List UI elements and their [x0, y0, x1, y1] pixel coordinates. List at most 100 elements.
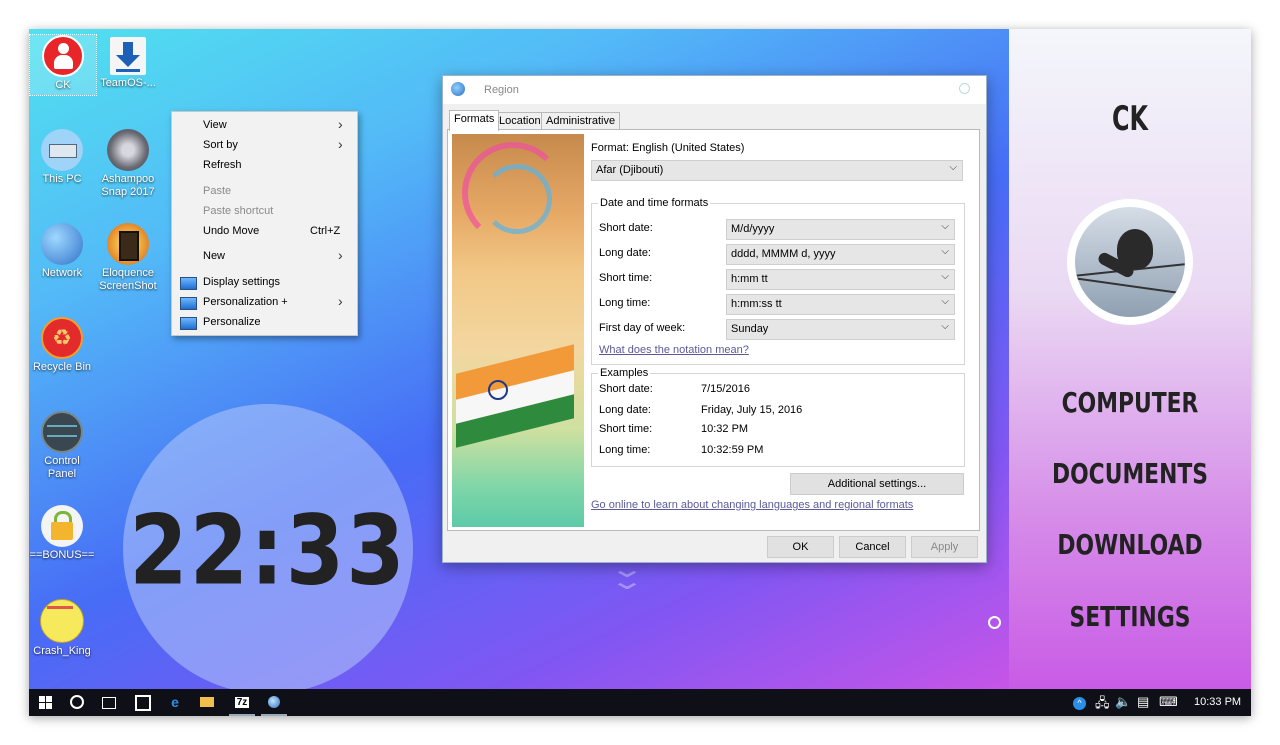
clock-time: 22:33 — [129, 493, 407, 607]
desktop-icon-label: Crash_King — [33, 645, 91, 657]
field-label: Long date: — [599, 247, 651, 259]
side-link-settings[interactable]: SETTINGS — [1036, 600, 1225, 633]
desktop-icon-eloquence[interactable]: Eloquence ScreenShot — [95, 223, 161, 293]
desktop-screen: CK TeamOS-... This PC Ashampoo Snap 2017… — [29, 29, 1251, 716]
chevron-down-icon: ⌵ — [941, 271, 949, 282]
seven-zip-button[interactable]: 7z — [226, 689, 258, 716]
desktop-context-menu: View › Sort by › Refresh Paste Paste short… — [171, 111, 358, 336]
examples-group: Examples Short date: 7/15/2016 Long date… — [591, 367, 965, 467]
region-app-button[interactable] — [258, 689, 290, 716]
desktop-icon-ashampoo[interactable]: Ashampoo Snap 2017 — [95, 129, 161, 199]
desktop-icon-label: CK — [55, 79, 71, 91]
chevron-down-icon: ⌵ — [941, 246, 949, 257]
show-hidden-icons-button[interactable]: ^ — [1073, 694, 1086, 710]
side-link-computer[interactable]: COMPUTER — [1036, 386, 1225, 419]
desktop-icon-control-panel[interactable]: Control Panel — [29, 411, 95, 481]
menu-item-display-settings[interactable]: Display settings — [172, 273, 357, 293]
taskbar: e 7z ^ 🖧 🔈 ▤ ⌨ 10:33 PM — [29, 689, 1251, 716]
short-date-select[interactable]: M/d/yyyy ⌵ — [726, 219, 955, 240]
menu-item-undo-move[interactable]: Undo Move Ctrl+Z — [172, 222, 357, 242]
decorative-banner-image — [452, 134, 584, 527]
field-label: Long time: — [599, 297, 651, 309]
menu-item-paste-shortcut[interactable]: Paste shortcut — [172, 202, 357, 222]
desktop-icon-bonus[interactable]: ==BONUS== — [29, 505, 95, 562]
dialog-titlebar[interactable]: Region — [443, 76, 986, 104]
scroll-down-chevron-icon: ⌄ ⌄ — [608, 556, 646, 595]
cortana-circle-icon — [70, 695, 84, 709]
touch-keyboard-icon[interactable]: ⌨ — [1159, 694, 1178, 710]
notation-help-link[interactable]: What does the notation mean? — [599, 344, 749, 356]
display-icon — [180, 277, 197, 290]
online-help-link[interactable]: Go online to learn about changing langua… — [591, 499, 913, 511]
menu-item-paste[interactable]: Paste — [172, 182, 357, 202]
ok-button[interactable]: OK — [767, 536, 834, 558]
menu-item-new[interactable]: New › — [172, 247, 357, 267]
menu-item-sort-by[interactable]: Sort by › — [172, 136, 357, 156]
desktop-icon-network[interactable]: Network — [29, 223, 95, 280]
file-explorer-button[interactable] — [191, 689, 223, 716]
tab-formats[interactable]: Formats — [449, 110, 500, 131]
store-bag-icon — [135, 695, 151, 711]
long-date-select[interactable]: dddd, MMMM d, yyyy ⌵ — [726, 244, 955, 265]
menu-item-refresh[interactable]: Refresh — [172, 156, 357, 176]
network-tray-icon[interactable]: 🖧 — [1095, 694, 1110, 716]
task-view-button[interactable] — [93, 689, 125, 716]
region-dialog: Region Formats Location Administrative F… — [442, 75, 987, 563]
crash-king-icon — [40, 599, 84, 643]
recycle-bin-icon: ♻ — [41, 317, 83, 359]
taskbar-clock[interactable]: 10:33 PM — [1194, 696, 1241, 708]
download-arrow-icon — [110, 37, 146, 75]
tab-administrative[interactable]: Administrative — [541, 112, 621, 130]
chevron-down-icon: ⌵ — [941, 296, 949, 307]
format-label: Format: English (United States) — [591, 142, 745, 154]
desktop-icon-ck[interactable]: CK — [29, 34, 97, 96]
example-label: Short time: — [599, 423, 653, 435]
undo-shortcut: Ctrl+Z — [310, 225, 341, 237]
apply-button[interactable]: Apply — [911, 536, 978, 558]
close-icon[interactable] — [959, 83, 970, 94]
tab-location[interactable]: Location — [494, 112, 546, 130]
start-button[interactable] — [29, 689, 61, 716]
side-panel-title: CK — [1111, 99, 1149, 139]
menu-item-personalize[interactable]: Personalize — [172, 313, 357, 333]
side-link-download[interactable]: DOWNLOAD — [1036, 528, 1225, 561]
user-icon — [42, 35, 84, 77]
dialog-title: Region — [484, 84, 519, 96]
example-label: Short date: — [599, 383, 653, 395]
search-circle-button[interactable] — [61, 689, 93, 716]
edge-browser-button[interactable]: e — [159, 689, 191, 716]
chevron-down-icon: ⌵ — [941, 221, 949, 232]
example-value: 7/15/2016 — [701, 383, 750, 395]
seven-zip-icon: 7z — [234, 697, 250, 708]
action-center-icon[interactable]: ▤ — [1137, 694, 1149, 710]
format-select[interactable]: Afar (Djibouti) ⌵ — [591, 160, 963, 181]
display-icon — [180, 297, 197, 310]
desktop-icon-crash-king[interactable]: Crash_King — [29, 599, 95, 658]
region-globe-icon — [451, 82, 465, 96]
menu-item-personalization-plus[interactable]: Personalization + › — [172, 293, 357, 313]
field-label: Short time: — [599, 272, 653, 284]
volume-tray-icon[interactable]: 🔈 — [1115, 694, 1131, 710]
windows-logo-icon — [38, 696, 52, 709]
desktop-icon-recycle-bin[interactable]: ♻ Recycle Bin — [29, 317, 95, 374]
side-link-documents[interactable]: DOCUMENTS — [1036, 457, 1225, 490]
long-time-select[interactable]: h:mm:ss tt ⌵ — [726, 294, 955, 315]
example-value: 10:32:59 PM — [701, 444, 764, 456]
store-button[interactable] — [127, 689, 159, 716]
desktop-icon-label: Ashampoo Snap 2017 — [101, 173, 155, 198]
ashampoo-snap-icon — [107, 129, 149, 171]
desktop-icon-this-pc[interactable]: This PC — [29, 129, 95, 186]
group-label: Examples — [598, 367, 651, 379]
display-icon — [180, 317, 197, 330]
folder-icon — [200, 697, 214, 707]
task-view-icon — [102, 697, 116, 709]
menu-item-view[interactable]: View › — [172, 116, 357, 136]
first-day-of-week-select[interactable]: Sunday ⌵ — [726, 319, 955, 340]
cancel-button[interactable]: Cancel — [839, 536, 906, 558]
short-time-select[interactable]: h:mm tt ⌵ — [726, 269, 955, 290]
bird-on-wire-image — [1075, 207, 1185, 317]
field-label: First day of week: — [599, 322, 686, 334]
additional-settings-button[interactable]: Additional settings... — [790, 473, 964, 495]
desktop-icon-teamos[interactable]: TeamOS-... — [95, 37, 161, 90]
running-indicator — [261, 714, 287, 716]
